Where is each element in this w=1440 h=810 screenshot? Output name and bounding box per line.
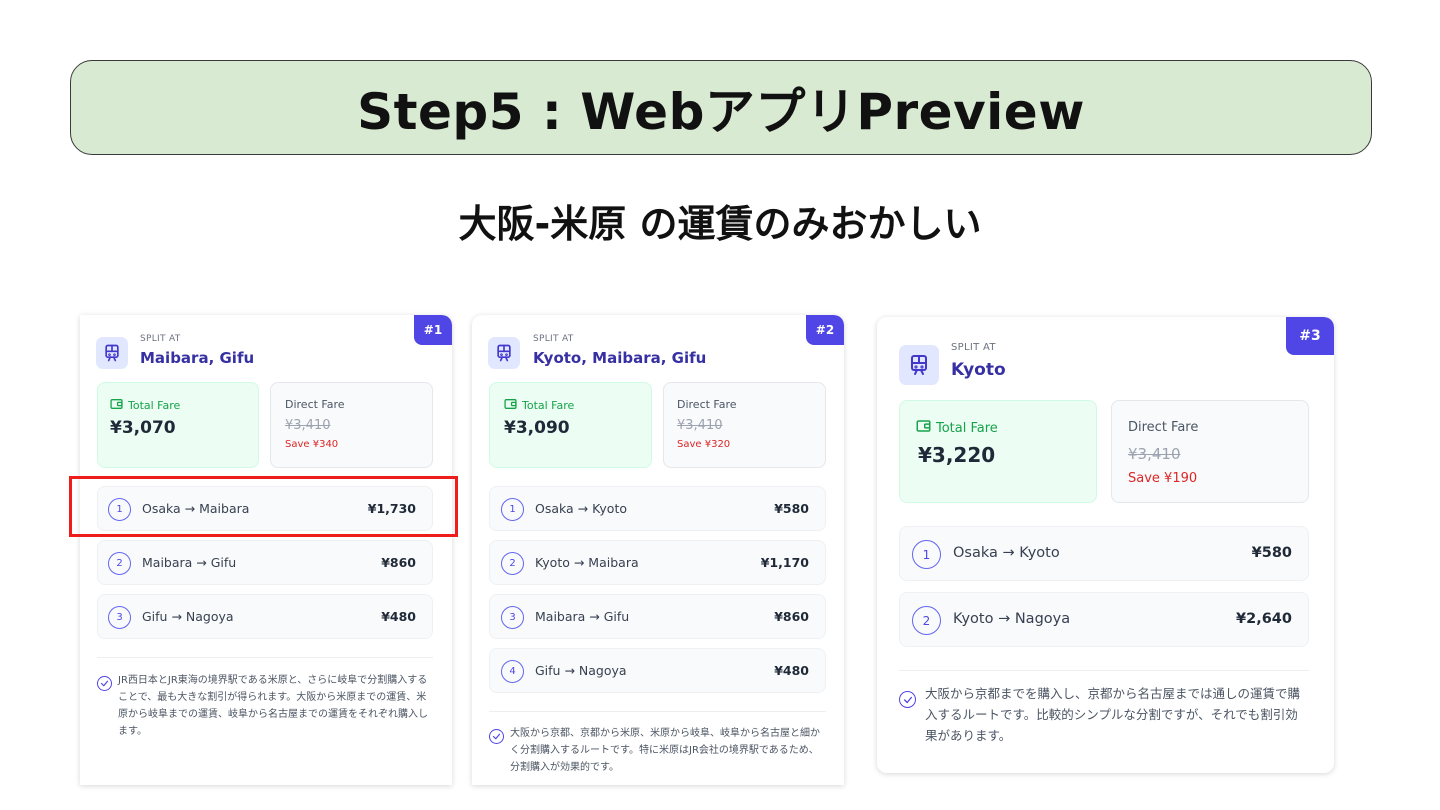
total-fare-value: ¥3,070 bbox=[110, 418, 176, 438]
leg-number: 3 bbox=[501, 606, 524, 629]
rank-badge: #3 bbox=[1286, 317, 1334, 355]
direct-fare-box: Direct Fare ¥3,410 Save ¥340 bbox=[270, 382, 433, 468]
leg-price: ¥480 bbox=[774, 663, 809, 678]
split-label: SPLIT AT bbox=[533, 334, 574, 344]
leg-row-1[interactable]: 1 Osaka → Kyoto ¥580 bbox=[899, 526, 1309, 581]
rank-badge: #1 bbox=[414, 315, 452, 345]
leg-route: Kyoto → Maibara bbox=[535, 555, 639, 570]
total-fare-box: Total Fare ¥3,220 bbox=[899, 400, 1097, 503]
check-circle-icon bbox=[899, 691, 916, 708]
leg-route: Osaka → Kyoto bbox=[535, 501, 627, 516]
title-banner: Step5 : WebアプリPreview bbox=[70, 60, 1372, 155]
leg-route: Gifu → Nagoya bbox=[142, 609, 234, 624]
leg-row-2[interactable]: 2 Kyoto → Nagoya ¥2,640 bbox=[899, 592, 1309, 647]
split-value: Kyoto, Maibara, Gifu bbox=[533, 349, 707, 367]
divider bbox=[899, 670, 1309, 671]
direct-fare-box: Direct Fare ¥3,410 Save ¥190 bbox=[1111, 400, 1309, 503]
leg-number: 2 bbox=[108, 552, 131, 575]
total-fare-box: Total Fare ¥3,090 bbox=[489, 382, 652, 468]
total-fare-label: Total Fare bbox=[504, 398, 574, 413]
leg-price: ¥860 bbox=[774, 609, 809, 624]
direct-fare-label: Direct Fare bbox=[1128, 420, 1199, 435]
total-fare-value: ¥3,220 bbox=[918, 443, 996, 467]
route-description: 大阪から京都までを購入し、京都から名古屋までは通しの運賃で購入するルートです。比… bbox=[925, 686, 1301, 743]
total-fare-box: Total Fare ¥3,070 bbox=[97, 382, 259, 468]
leg-price: ¥2,640 bbox=[1236, 611, 1292, 627]
leg-number: 1 bbox=[912, 540, 941, 569]
leg-number: 3 bbox=[108, 606, 131, 629]
page-subtitle: 大阪-米原 の運賃のみおかしい bbox=[458, 202, 982, 246]
split-label: SPLIT AT bbox=[140, 334, 181, 344]
direct-fare-value: ¥3,410 bbox=[285, 418, 331, 433]
split-value: Maibara, Gifu bbox=[140, 349, 255, 367]
leg-row-3[interactable]: 3 Maibara → Gifu ¥860 bbox=[489, 594, 826, 639]
result-card-2[interactable]: #2 SPLIT AT Kyoto, Maibara, Gifu Total F… bbox=[472, 315, 844, 785]
page-title: Step5 : WebアプリPreview bbox=[357, 82, 1085, 141]
check-circle-icon bbox=[489, 729, 504, 744]
total-fare-value: ¥3,090 bbox=[504, 418, 570, 438]
leg-number: 2 bbox=[501, 552, 524, 575]
result-card-3[interactable]: #3 SPLIT AT Kyoto Total Fare ¥3,220 Dire… bbox=[877, 317, 1334, 773]
leg-route: Maibara → Gifu bbox=[142, 555, 237, 570]
leg-route: Gifu → Nagoya bbox=[535, 663, 627, 678]
divider bbox=[489, 711, 826, 712]
total-fare-label: Total Fare bbox=[110, 398, 180, 413]
leg-price: ¥860 bbox=[381, 555, 416, 570]
total-fare-label: Total Fare bbox=[916, 419, 998, 437]
save-amount: Save ¥190 bbox=[1128, 471, 1198, 486]
leg-route: Osaka → Kyoto bbox=[953, 545, 1060, 561]
divider bbox=[97, 657, 433, 658]
leg-number: 4 bbox=[501, 660, 524, 683]
leg-row-3[interactable]: 3 Gifu → Nagoya ¥480 bbox=[97, 594, 433, 639]
leg-route: Kyoto → Nagoya bbox=[953, 611, 1071, 627]
leg-number: 1 bbox=[501, 498, 524, 521]
direct-fare-box: Direct Fare ¥3,410 Save ¥320 bbox=[663, 382, 826, 468]
rank-badge: #2 bbox=[806, 315, 844, 345]
route-description: 大阪から京都、京都から米原、米原から岐阜、岐阜から名古屋と細かく分割購入するルー… bbox=[510, 728, 820, 773]
wallet-icon bbox=[110, 398, 123, 413]
direct-fare-label: Direct Fare bbox=[677, 398, 737, 411]
wallet-icon bbox=[504, 398, 517, 413]
leg-row-1[interactable]: 1 Osaka → Kyoto ¥580 bbox=[489, 486, 826, 531]
leg-price: ¥580 bbox=[1251, 545, 1292, 561]
train-icon bbox=[488, 337, 520, 369]
leg-price: ¥580 bbox=[774, 501, 809, 516]
wallet-icon bbox=[916, 419, 931, 437]
leg-row-2[interactable]: 2 Maibara → Gifu ¥860 bbox=[97, 540, 433, 585]
save-amount: Save ¥320 bbox=[677, 439, 731, 450]
save-amount: Save ¥340 bbox=[285, 439, 339, 450]
direct-fare-label: Direct Fare bbox=[285, 398, 345, 411]
leg-row-2[interactable]: 2 Kyoto → Maibara ¥1,170 bbox=[489, 540, 826, 585]
highlight-box bbox=[69, 476, 458, 537]
train-icon bbox=[899, 345, 939, 385]
leg-row-4[interactable]: 4 Gifu → Nagoya ¥480 bbox=[489, 648, 826, 693]
split-label: SPLIT AT bbox=[951, 342, 996, 353]
leg-number: 2 bbox=[912, 606, 941, 635]
split-value: Kyoto bbox=[951, 360, 1006, 380]
check-circle-icon bbox=[97, 676, 112, 691]
leg-route: Maibara → Gifu bbox=[535, 609, 630, 624]
direct-fare-value: ¥3,410 bbox=[677, 418, 723, 433]
train-icon bbox=[96, 337, 128, 369]
route-description: JR西日本とJR東海の境界駅である米原と、さらに岐阜で分割購入することで、最も大… bbox=[118, 675, 428, 737]
leg-price: ¥1,170 bbox=[760, 555, 809, 570]
result-card-1[interactable]: #1 SPLIT AT Maibara, Gifu Total Fare ¥3,… bbox=[80, 315, 452, 785]
leg-price: ¥480 bbox=[381, 609, 416, 624]
direct-fare-value: ¥3,410 bbox=[1128, 445, 1181, 463]
